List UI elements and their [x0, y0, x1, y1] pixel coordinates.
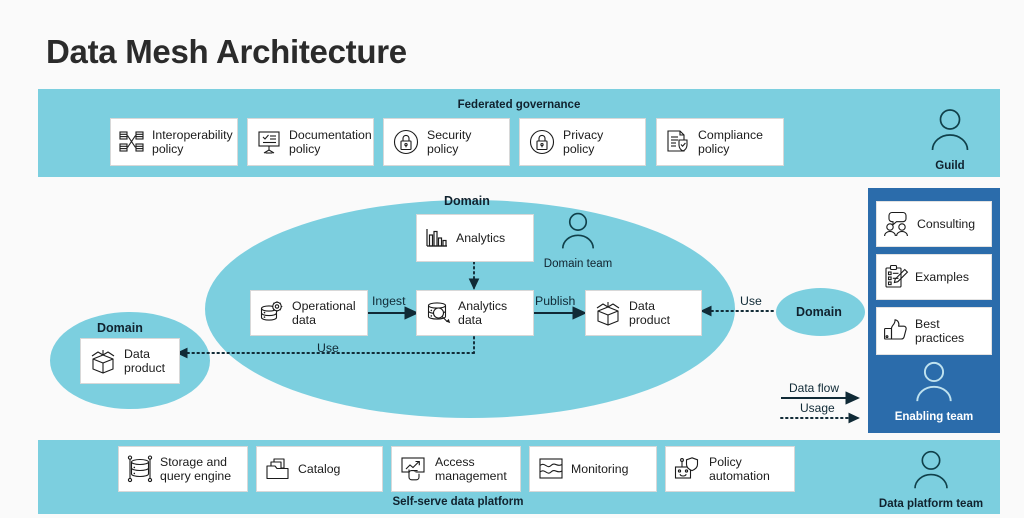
legend-label-usage: Usage — [800, 401, 835, 415]
policy-automation-robot-icon — [674, 457, 699, 479]
privacy-lock-icon — [529, 129, 555, 155]
platform-card-label: Storage and query engine — [160, 454, 232, 484]
interoperability-icon — [119, 131, 144, 152]
data-product-box-icon — [91, 350, 115, 374]
catalog-folder-icon — [266, 458, 289, 480]
platform-card-label: Catalog — [298, 461, 341, 476]
access-management-icon — [401, 457, 425, 481]
platform-card-policy-automation[interactable]: Policy automation — [665, 446, 795, 492]
domain-right-label: Domain — [796, 305, 842, 319]
policy-card-compliance[interactable]: Compliance policy — [656, 118, 784, 166]
data-platform-team-label: Data platform team — [878, 498, 984, 510]
domain-team-label: Domain team — [543, 258, 613, 270]
node-card-data-product-left[interactable]: Data product — [80, 338, 180, 384]
policy-card-privacy[interactable]: Privacy policy — [519, 118, 646, 166]
enabling-card-consulting[interactable]: Consulting — [876, 201, 992, 247]
enabling-card-best-practices[interactable]: Best practices — [876, 307, 992, 355]
storage-query-icon — [127, 455, 153, 483]
policy-card-label: Interoperability policy — [152, 127, 233, 157]
data-product-box-icon — [596, 302, 620, 326]
flow-label-ingest: Ingest — [372, 294, 406, 308]
governance-band-title: Federated governance — [457, 99, 581, 111]
node-label: Analytics — [456, 230, 506, 245]
operational-data-icon — [260, 301, 283, 321]
diagram-canvas: Data Mesh Architecture Federated governa… — [0, 0, 1024, 518]
domain-team: Domain team — [537, 211, 619, 270]
policy-card-label: Security policy — [427, 127, 472, 157]
compliance-shield-icon — [667, 130, 688, 152]
enabling-card-examples[interactable]: Examples — [876, 254, 992, 300]
data-platform-team: Data platform team — [862, 449, 1000, 510]
documentation-icon — [258, 131, 280, 154]
person-icon — [916, 361, 952, 402]
platform-card-label: Monitoring — [571, 461, 629, 476]
enabling-team-panel: Consulting Examples Best practices Enabl… — [868, 188, 1000, 433]
platform-card-storage-query[interactable]: Storage and query engine — [118, 446, 248, 492]
enabling-team-person: Enabling team — [868, 360, 1000, 423]
person-icon — [931, 109, 969, 151]
consulting-people-icon — [884, 211, 908, 237]
node-card-analytics-data[interactable]: Analytics data — [416, 290, 534, 336]
policy-card-label: Documentation policy — [289, 127, 372, 157]
enabling-card-label: Examples — [915, 269, 969, 284]
thumbs-up-icon — [884, 319, 907, 340]
domain-main-label: Domain — [444, 194, 490, 208]
node-card-operational-data[interactable]: Operational data — [250, 290, 368, 336]
flow-label-publish: Publish — [535, 294, 576, 308]
platform-card-monitoring[interactable]: Monitoring — [529, 446, 657, 492]
platform-card-catalog[interactable]: Catalog — [256, 446, 383, 492]
platform-card-label: Policy automation — [709, 454, 770, 484]
node-label: Data product — [124, 346, 166, 376]
enabling-team-label: Enabling team — [894, 411, 974, 423]
flow-label-use-right: Use — [740, 294, 762, 308]
platform-card-label: Access management — [435, 454, 507, 484]
platform-card-access-management[interactable]: Access management — [391, 446, 521, 492]
flow-label-use-left: Use — [317, 341, 339, 355]
node-label: Operational data — [292, 298, 356, 328]
monitoring-waves-icon — [539, 458, 563, 479]
enabling-card-label: Consulting — [917, 216, 976, 231]
analytics-data-icon — [427, 302, 451, 324]
person-icon — [561, 212, 595, 249]
node-label: Analytics data — [458, 298, 508, 328]
policy-card-interoperability[interactable]: Interoperability policy — [110, 118, 238, 166]
policy-card-security[interactable]: Security policy — [383, 118, 510, 166]
policy-card-documentation[interactable]: Documentation policy — [247, 118, 374, 166]
analytics-chart-icon — [426, 229, 447, 247]
policy-card-label: Privacy policy — [563, 127, 604, 157]
legend-label-data-flow: Data flow — [789, 381, 840, 395]
platform-band-title: Self-serve data platform — [392, 496, 524, 508]
enabling-card-label: Best practices — [915, 316, 965, 345]
examples-clipboard-icon — [885, 264, 909, 288]
node-card-analytics[interactable]: Analytics — [416, 214, 534, 262]
node-label: Data product — [629, 298, 671, 328]
security-lock-icon — [393, 129, 419, 155]
person-icon — [914, 450, 948, 489]
page-title: Data Mesh Architecture — [46, 33, 407, 70]
policy-card-label: Compliance policy — [698, 127, 763, 157]
domain-left-label: Domain — [97, 321, 143, 335]
guild-label: Guild — [935, 160, 965, 172]
node-card-data-product[interactable]: Data product — [585, 290, 702, 336]
guild-team: Guild — [910, 107, 990, 172]
